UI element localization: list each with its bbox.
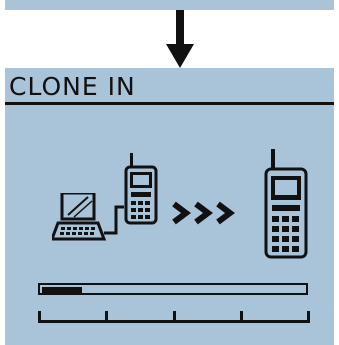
- title-divider: [5, 102, 334, 105]
- progress-scale-tick: [307, 311, 310, 323]
- clone-progress-bar: [38, 283, 310, 301]
- clone-in-screen: CLONE IN: [5, 68, 334, 345]
- progress-scale-tick: [173, 311, 176, 323]
- progress-fill: [42, 287, 82, 295]
- triple-chevron-right-icon: [172, 201, 235, 225]
- progress-scale: [38, 311, 310, 325]
- previous-screen-strip: [5, 0, 334, 10]
- down-arrow-icon: [166, 10, 194, 68]
- screen-title: CLONE IN: [9, 72, 136, 101]
- progress-scale-tick: [105, 311, 108, 323]
- progress-track: [38, 283, 308, 295]
- handheld-radio-icon: [264, 149, 308, 259]
- progress-scale-tick: [38, 311, 41, 323]
- progress-scale-tick: [240, 311, 243, 323]
- computer-icon: [52, 193, 124, 241]
- handheld-radio-icon: [124, 153, 158, 225]
